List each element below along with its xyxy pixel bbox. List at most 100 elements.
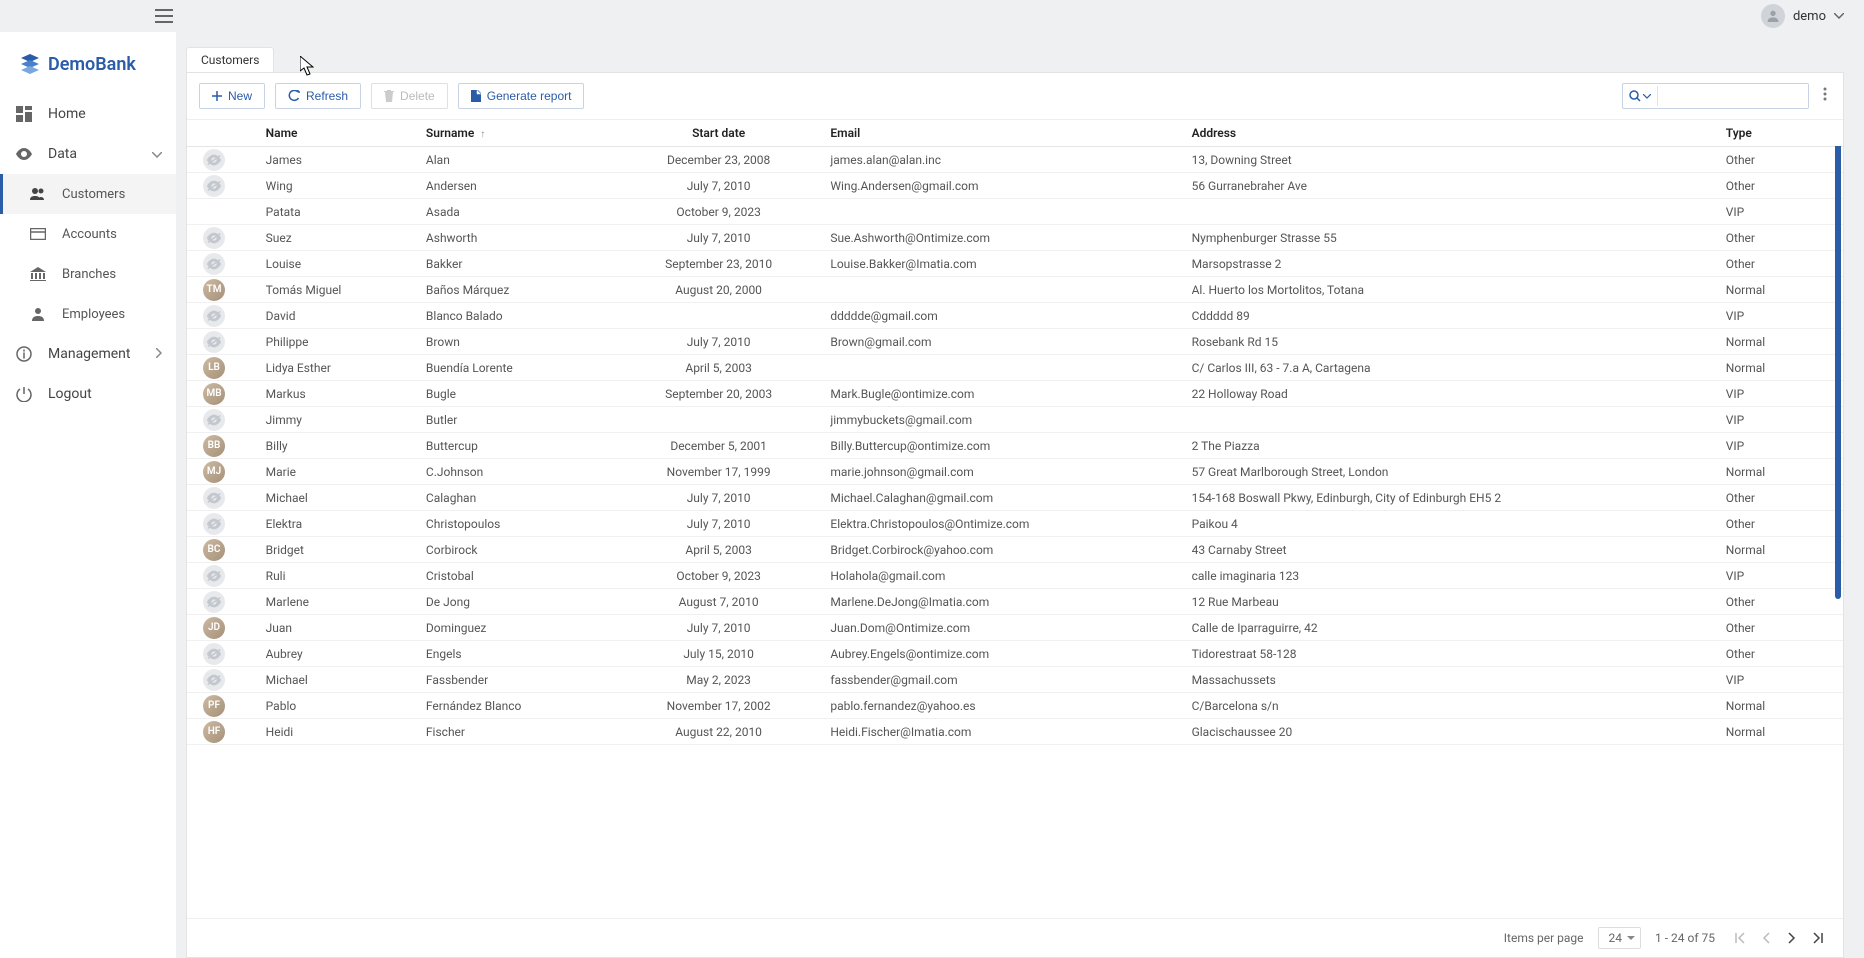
column-email[interactable]: Email (820, 120, 1181, 147)
cell-address (1182, 199, 1716, 225)
cell-start-date: October 9, 2023 (617, 563, 821, 589)
cell-type: VIP (1716, 563, 1843, 589)
table-row[interactable]: MichaelFassbenderMay 2, 2023fassbender@g… (187, 667, 1843, 693)
nav-logout[interactable]: Logout (0, 374, 176, 414)
scrollbar-thumb[interactable] (1835, 120, 1841, 599)
nav-customers[interactable]: Customers (0, 174, 176, 214)
first-page-icon (1734, 932, 1746, 944)
user-name-label: demo (1793, 9, 1826, 24)
cell-surname: Dominguez (416, 615, 617, 641)
cell-surname: Ashworth (416, 225, 617, 251)
nav-branches[interactable]: Branches (0, 254, 176, 294)
generate-report-button[interactable]: Generate report (458, 83, 585, 109)
cell-type: Other (1716, 485, 1843, 511)
refresh-icon (288, 90, 300, 102)
table-row[interactable]: JDJuanDominguezJuly 7, 2010Juan.Dom@Onti… (187, 615, 1843, 641)
cell-address: C/Barcelona s/n (1182, 693, 1716, 719)
cell-start-date: December 23, 2008 (617, 147, 821, 173)
cell-start-date: September 23, 2010 (617, 251, 821, 277)
last-page-button[interactable] (1807, 927, 1829, 949)
hamburger-icon (155, 9, 173, 23)
cell-address: Cddddd 89 (1182, 303, 1716, 329)
more-options-button[interactable] (1819, 83, 1831, 109)
table-row[interactable]: RuliCristobalOctober 9, 2023Holahola@gma… (187, 563, 1843, 589)
customer-avatar: JD (203, 617, 225, 639)
column-name[interactable]: Name (256, 120, 416, 147)
nav-management[interactable]: Management (0, 334, 176, 374)
table-row[interactable]: PatataAsadaOctober 9, 2023VIP (187, 199, 1843, 225)
table-row[interactable]: PhilippeBrownJuly 7, 2010Brown@gmail.com… (187, 329, 1843, 355)
table-row[interactable]: MBMarkusBugleSeptember 20, 2003Mark.Bugl… (187, 381, 1843, 407)
cell-email: Wing.Andersen@gmail.com (820, 173, 1181, 199)
table-row[interactable]: MichaelCalaghanJuly 7, 2010Michael.Calag… (187, 485, 1843, 511)
cell-surname: Engels (416, 641, 617, 667)
person-icon (28, 304, 48, 324)
cell-type: Normal (1716, 329, 1843, 355)
table-row[interactable]: BCBridgetCorbirockApril 5, 2003Bridget.C… (187, 537, 1843, 563)
search-filter-dropdown[interactable] (1623, 86, 1658, 106)
last-page-icon (1812, 932, 1824, 944)
placeholder-avatar-icon (203, 669, 225, 691)
table-row[interactable]: MJMarieC.JohnsonNovember 17, 1999marie.j… (187, 459, 1843, 485)
cell-address: 154-168 Boswall Pkwy, Edinburgh, City of… (1182, 485, 1716, 511)
cell-address: 56 Gurranebraher Ave (1182, 173, 1716, 199)
placeholder-avatar-icon (203, 487, 225, 509)
chevron-right-icon (1788, 932, 1796, 944)
sort-asc-icon: ↑ (480, 129, 485, 140)
table-row[interactable]: JamesAlanDecember 23, 2008james.alan@ala… (187, 147, 1843, 173)
cell-name: Marlene (256, 589, 416, 615)
table-row[interactable]: LouiseBakkerSeptember 23, 2010Louise.Bak… (187, 251, 1843, 277)
search-input[interactable] (1658, 84, 1808, 108)
column-start-date[interactable]: Start date (617, 120, 821, 147)
cell-type: Other (1716, 589, 1843, 615)
table-row[interactable]: AubreyEngelsJuly 15, 2010Aubrey.Engels@o… (187, 641, 1843, 667)
brand-logo[interactable]: DemoBank (0, 46, 176, 94)
table-row[interactable]: WingAndersenJuly 7, 2010Wing.Andersen@gm… (187, 173, 1843, 199)
nav-home[interactable]: Home (0, 94, 176, 134)
cell-email: pablo.fernandez@yahoo.es (820, 693, 1181, 719)
table-row[interactable]: MarleneDe JongAugust 7, 2010Marlene.DeJo… (187, 589, 1843, 615)
cell-surname: Cristobal (416, 563, 617, 589)
table-row[interactable]: SuezAshworthJuly 7, 2010Sue.Ashworth@Ont… (187, 225, 1843, 251)
cell-address: 12 Rue Marbeau (1182, 589, 1716, 615)
prev-page-button[interactable] (1755, 927, 1777, 949)
cell-address: 22 Holloway Road (1182, 381, 1716, 407)
nav-accounts[interactable]: Accounts (0, 214, 176, 254)
refresh-button[interactable]: Refresh (275, 83, 361, 109)
first-page-button[interactable] (1729, 927, 1751, 949)
customer-avatar: MB (203, 383, 225, 405)
tab-customers[interactable]: Customers (186, 47, 274, 72)
table-row[interactable]: BBBillyButtercupDecember 5, 2001Billy.Bu… (187, 433, 1843, 459)
menu-toggle-button[interactable] (144, 0, 184, 32)
nav-employees[interactable]: Employees (0, 294, 176, 334)
new-button[interactable]: New (199, 83, 265, 109)
table-row[interactable]: DavidBlanco Baladoddddde@gmail.comCddddd… (187, 303, 1843, 329)
cell-start-date: July 15, 2010 (617, 641, 821, 667)
placeholder-avatar-icon (203, 149, 225, 171)
top-bar: demo (0, 0, 1864, 32)
cell-email: Aubrey.Engels@ontimize.com (820, 641, 1181, 667)
next-page-button[interactable] (1781, 927, 1803, 949)
items-per-page-select[interactable]: 24 (1598, 927, 1642, 949)
table-row[interactable]: TMTomás MiguelBaños MárquezAugust 20, 20… (187, 277, 1843, 303)
cell-email: jimmybuckets@gmail.com (820, 407, 1181, 433)
table-row[interactable]: JimmyButlerjimmybuckets@gmail.comVIP (187, 407, 1843, 433)
nav-data[interactable]: Data (0, 134, 176, 174)
user-menu[interactable]: demo (1753, 0, 1852, 32)
cell-start-date: August 20, 2000 (617, 277, 821, 303)
column-address[interactable]: Address (1182, 120, 1716, 147)
cell-name: Aubrey (256, 641, 416, 667)
cell-type: Normal (1716, 537, 1843, 563)
cell-name: Michael (256, 485, 416, 511)
table-row[interactable]: ElektraChristopoulosJuly 7, 2010Elektra.… (187, 511, 1843, 537)
cell-type: VIP (1716, 381, 1843, 407)
table-row[interactable]: HFHeidiFischerAugust 22, 2010Heidi.Fisch… (187, 719, 1843, 745)
cell-name: Wing (256, 173, 416, 199)
table-row[interactable]: PFPabloFernández BlancoNovember 17, 2002… (187, 693, 1843, 719)
table-row[interactable]: LBLidya EstherBuendía LorenteApril 5, 20… (187, 355, 1843, 381)
column-type[interactable]: Type (1716, 120, 1843, 147)
nav-home-label: Home (48, 106, 86, 122)
nav-data-label: Data (48, 146, 77, 162)
column-surname[interactable]: Surname↑ (416, 120, 617, 147)
cell-email: Heidi.Fischer@Imatia.com (820, 719, 1181, 745)
